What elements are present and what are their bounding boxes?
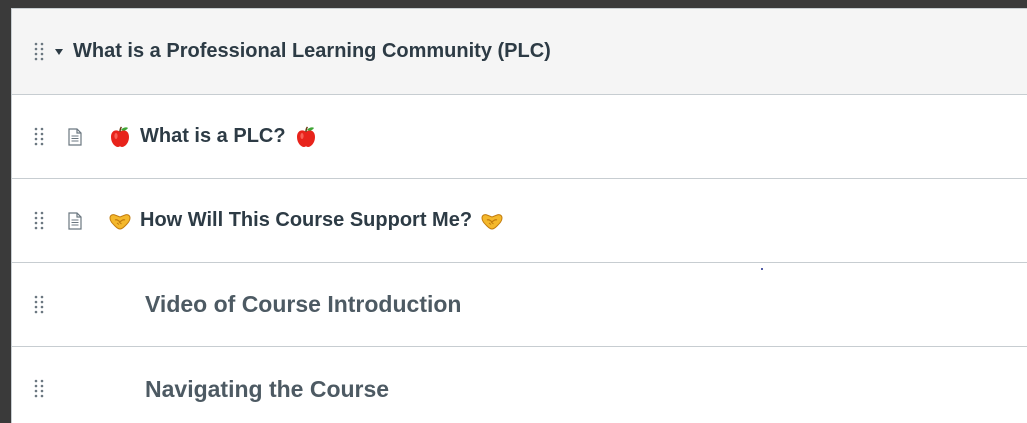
subheader-title: Navigating the Course: [145, 375, 390, 402]
handshake-icon: [108, 209, 132, 233]
drag-handle-icon[interactable]: [34, 41, 44, 63]
module-title[interactable]: What is a Professional Learning Communit…: [73, 40, 551, 63]
item-title[interactable]: How Will This Course Support Me?: [140, 209, 472, 232]
red-apple-icon: [108, 125, 132, 149]
item-link[interactable]: How Will This Course Support Me?: [108, 209, 504, 233]
drag-handle-icon[interactable]: [34, 378, 44, 400]
item-title[interactable]: What is a PLC?: [140, 125, 286, 148]
module-subheader-video: Video of Course Introduction: [12, 263, 1027, 347]
caret-down-icon[interactable]: [54, 48, 64, 56]
drag-handle-icon[interactable]: [34, 294, 44, 316]
drag-handle-icon[interactable]: [34, 126, 44, 148]
stray-dot: [761, 268, 763, 270]
subheader-title: Video of Course Introduction: [145, 291, 462, 317]
module-panel: What is a Professional Learning Communit…: [11, 8, 1027, 423]
page-icon: [68, 127, 82, 146]
handshake-icon: [480, 209, 504, 233]
item-link[interactable]: What is a PLC?: [108, 125, 318, 149]
red-apple-icon: [294, 125, 318, 149]
module-header[interactable]: What is a Professional Learning Communit…: [12, 9, 1027, 95]
page-icon: [68, 211, 82, 230]
module-subheader-navigating: Navigating the Course: [12, 347, 1027, 423]
drag-handle-icon[interactable]: [34, 210, 44, 232]
module-item-course-support[interactable]: How Will This Course Support Me?: [12, 179, 1027, 263]
module-item-what-is-plc[interactable]: What is a PLC?: [12, 95, 1027, 179]
